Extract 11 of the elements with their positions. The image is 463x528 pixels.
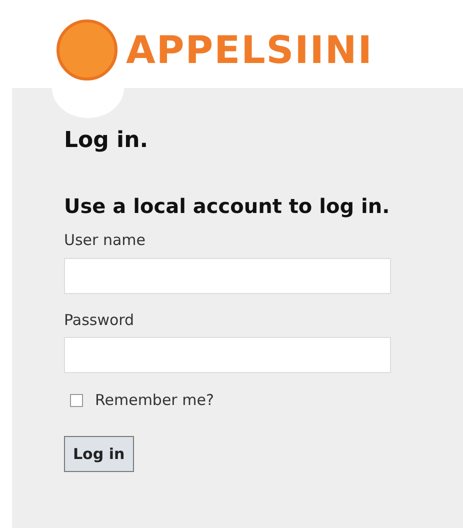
form-heading: Use a local account to log in. <box>64 194 391 218</box>
remember-checkbox[interactable] <box>70 394 83 408</box>
logo-text: APPELSIINI <box>126 31 373 69</box>
input-field[interactable] <box>64 258 391 294</box>
login-button[interactable]: Log in <box>64 436 134 472</box>
input-field[interactable] <box>64 337 391 374</box>
field-label: Password <box>64 310 134 331</box>
page-title: Log in. <box>64 128 150 154</box>
field-label: User name <box>64 230 146 252</box>
logo-circle-icon <box>56 19 118 81</box>
checkbox-label: Remember me? <box>95 390 214 412</box>
